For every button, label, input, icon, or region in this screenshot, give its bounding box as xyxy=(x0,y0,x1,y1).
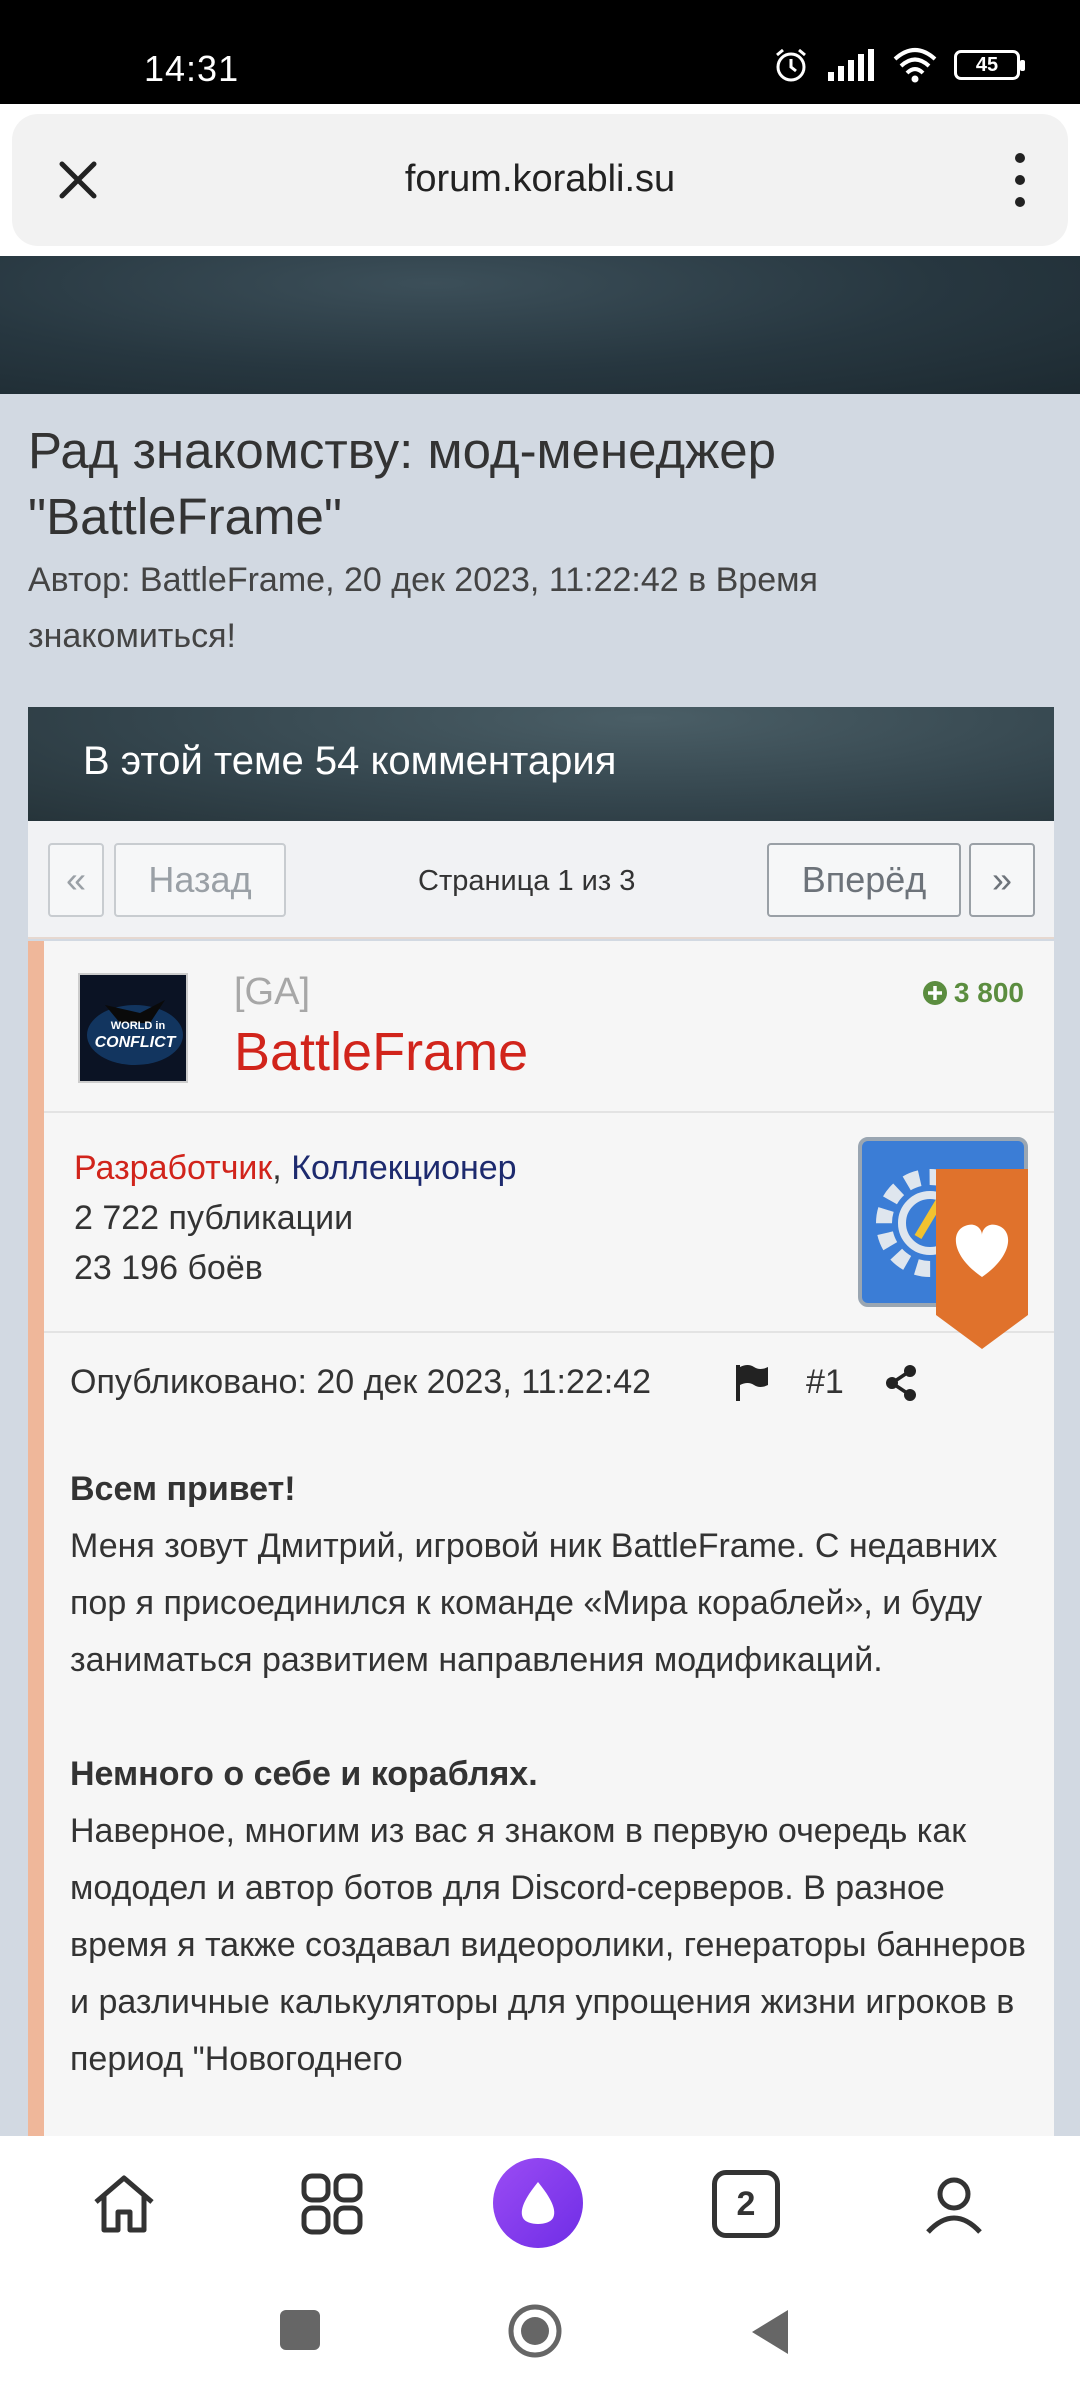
address-bar[interactable]: forum.korabli.su xyxy=(12,114,1068,246)
battery-icon: 45 xyxy=(954,50,1025,80)
intro-text: Меня зовут Дмитрий, игровой ник BattleFr… xyxy=(70,1527,998,1679)
status-bar: 14:31 45 xyxy=(0,0,1080,104)
post-paragraph-2: Немного о себе и кораблях. Наверное, мно… xyxy=(70,1746,1030,2088)
alice-assistant-icon[interactable] xyxy=(493,2158,583,2248)
first-page-button[interactable]: « xyxy=(48,843,104,917)
comments-count-header: В этой теме 54 комментария xyxy=(28,707,1054,821)
reputation-value: 3 800 xyxy=(953,977,1024,1008)
post-content: Всем привет! Меня зовут Дмитрий, игровой… xyxy=(70,1461,1030,2136)
post: WORLD in CONFLICT [GA] BattleFrame 3 800… xyxy=(28,941,1054,2136)
avatar[interactable]: WORLD in CONFLICT xyxy=(78,973,188,1083)
battles-count: 23 196 боёв xyxy=(74,1249,263,1287)
profile-icon[interactable] xyxy=(920,2170,988,2238)
wifi-icon xyxy=(893,48,937,83)
apps-grid-icon[interactable] xyxy=(298,2170,366,2238)
browser-bar: forum.korabli.su xyxy=(0,104,1080,256)
pagination: « Назад Страница 1 из 3 Вперёд » xyxy=(28,821,1054,939)
role-collector: Коллекционер xyxy=(291,1149,517,1187)
about-text: Наверное, многим из вас я знаком в перву… xyxy=(70,1812,1026,2078)
signal-icon xyxy=(828,49,874,81)
role-developer: Разработчик xyxy=(74,1149,273,1187)
battery-level: 45 xyxy=(975,54,999,76)
back-button[interactable] xyxy=(748,2308,792,2356)
plus-circle-icon xyxy=(922,981,947,1005)
page-info: Страница 1 из 3 xyxy=(418,865,636,897)
author-roles: Разработчик, Коллекционер 2 722 публикац… xyxy=(74,1143,517,1293)
reputation: 3 800 xyxy=(922,977,1024,1009)
about-heading: Немного о себе и кораблях. xyxy=(70,1755,538,1793)
like-ribbon[interactable] xyxy=(936,1169,1028,1349)
last-page-button[interactable]: » xyxy=(969,843,1035,917)
avatar-text-1: WORLD in xyxy=(111,1020,166,1032)
topic-meta: Автор: BattleFrame, 20 дек 2023, 11:22:4… xyxy=(28,561,818,655)
recent-apps-button[interactable] xyxy=(280,2310,320,2350)
author-info: Разработчик, Коллекционер 2 722 публикац… xyxy=(44,1113,1054,1349)
page-title: Рад знакомству: мод-менеджер "BattleFram… xyxy=(28,422,776,545)
post-number[interactable]: #1 xyxy=(806,1363,844,1402)
greeting-heading: Всем привет! xyxy=(70,1470,296,1508)
published-date: Опубликовано: 20 дек 2023, 11:22:42 xyxy=(70,1363,652,1401)
flag-icon[interactable] xyxy=(734,1363,770,1403)
role-separator: , xyxy=(272,1149,282,1187)
alarm-icon xyxy=(776,48,806,82)
home-icon[interactable] xyxy=(90,2170,158,2238)
share-icon[interactable] xyxy=(884,1363,918,1403)
home-button[interactable] xyxy=(506,2302,564,2360)
post-header: WORLD in CONFLICT [GA] BattleFrame 3 800 xyxy=(44,941,1054,1113)
tabs-count[interactable]: 2 xyxy=(737,2185,756,2223)
url-text[interactable]: forum.korabli.su xyxy=(12,158,1068,201)
avatar-text-2: CONFLICT xyxy=(95,1034,177,1051)
next-page-button[interactable]: Вперёд xyxy=(767,843,961,917)
author-name[interactable]: BattleFrame xyxy=(234,1021,528,1083)
status-icons: 45 xyxy=(772,46,1025,84)
prev-page-button[interactable]: Назад xyxy=(114,843,286,917)
avatar-image: WORLD in CONFLICT xyxy=(80,975,186,1081)
post-meta: Опубликовано: 20 дек 2023, 11:22:42 #1 xyxy=(44,1333,1054,1433)
tabs-count-icon[interactable]: 2 xyxy=(712,2170,780,2238)
system-nav xyxy=(0,2264,1080,2400)
more-vert-icon[interactable] xyxy=(1008,144,1032,216)
publications-count: 2 722 публикации xyxy=(74,1199,354,1237)
bottom-nav: 2 xyxy=(0,2136,1080,2264)
post-paragraph-1: Всем привет! Меня зовут Дмитрий, игровой… xyxy=(70,1461,1030,1689)
forum-banner xyxy=(0,256,1080,394)
clan-tag[interactable]: [GA] xyxy=(234,971,310,1014)
status-time: 14:31 xyxy=(144,48,240,89)
developer-badge xyxy=(858,1137,1030,1349)
